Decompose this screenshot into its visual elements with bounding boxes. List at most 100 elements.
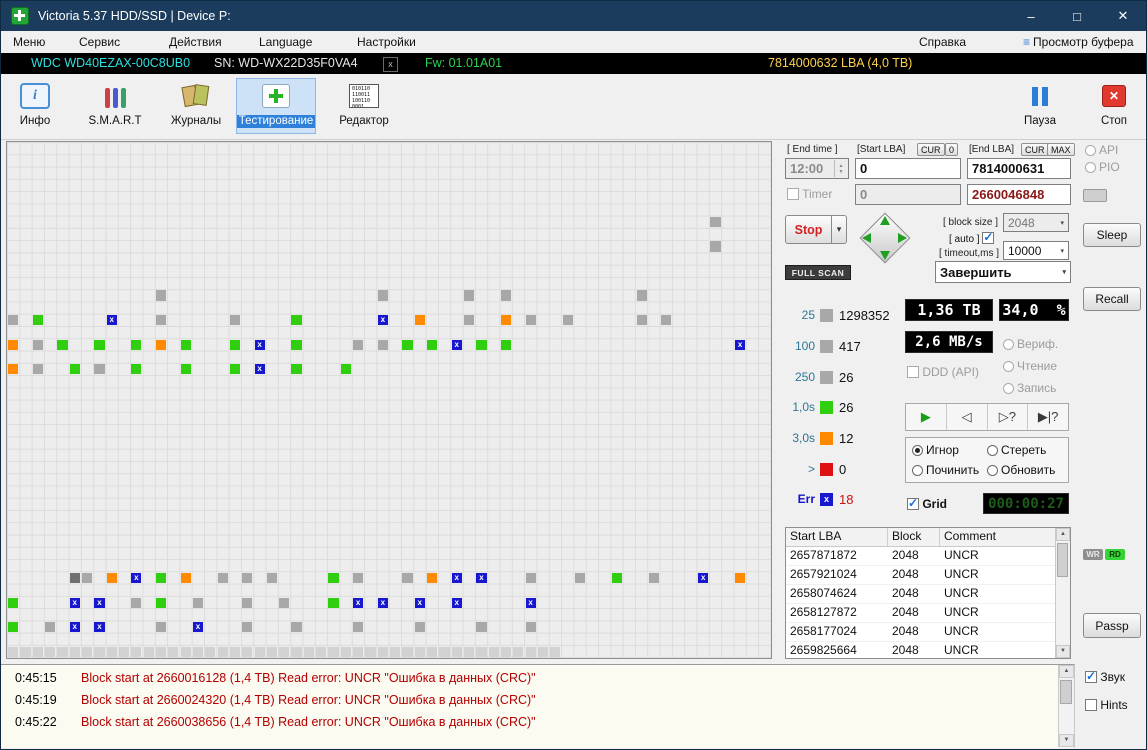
read-radio-circle[interactable]: [1003, 361, 1014, 372]
start-lba-input[interactable]: 0: [855, 158, 961, 179]
scan-block-g: [562, 315, 573, 326]
defect-table-scrollbar[interactable]: [1055, 528, 1070, 658]
ignore-radio-circle[interactable]: [912, 445, 923, 456]
seek-up-icon[interactable]: [880, 216, 890, 225]
device-close-button[interactable]: x: [383, 57, 398, 72]
info-button[interactable]: Инфо: [9, 79, 61, 133]
menu-item-menu[interactable]: Меню: [13, 35, 45, 49]
recall-button[interactable]: Recall: [1083, 287, 1141, 311]
erase-radio[interactable]: Стереть: [987, 443, 1062, 457]
write-radio-circle[interactable]: [1003, 383, 1014, 394]
stop-scan-button[interactable]: Stop: [785, 215, 832, 244]
full-scan-button[interactable]: FULL SCAN: [785, 265, 851, 280]
latency-row-100: 100 417: [781, 338, 903, 354]
refresh-radio[interactable]: Обновить: [987, 463, 1062, 477]
auto-checkbox[interactable]: [ auto ]: [949, 230, 995, 245]
seek-right-icon[interactable]: [898, 233, 907, 243]
hints-checkbox[interactable]: Hints: [1085, 698, 1128, 712]
scroll-up-icon[interactable]: [1056, 528, 1070, 541]
scan-block-g: [574, 573, 586, 584]
defect-row[interactable]: 2657871872 2048 UNCR: [786, 547, 1070, 566]
grid-checkbox[interactable]: Grid: [907, 496, 947, 511]
seek-down-icon[interactable]: [880, 251, 890, 260]
scan-block-s: [365, 646, 376, 657]
seek-back-button[interactable]: ◁: [947, 404, 988, 430]
erase-radio-circle[interactable]: [987, 445, 998, 456]
ddd-checkbox-box[interactable]: [907, 366, 919, 378]
play-button[interactable]: ▶: [906, 404, 947, 430]
ignore-radio[interactable]: Игнор: [912, 443, 987, 457]
scrollbar-thumb[interactable]: [1057, 543, 1068, 577]
sound-checkbox[interactable]: Звук: [1085, 669, 1125, 684]
menu-item-help[interactable]: Справка: [919, 35, 966, 49]
end-lba-cur-button[interactable]: CUR: [1021, 143, 1049, 156]
menu-item-language[interactable]: Language: [259, 35, 312, 49]
scroll-down-icon[interactable]: [1056, 645, 1070, 658]
sound-checkbox-box[interactable]: [1085, 669, 1097, 683]
seek-step-button[interactable]: ▷?: [988, 404, 1029, 430]
end-lba-max-button[interactable]: MAX: [1047, 143, 1075, 156]
sleep-button[interactable]: Sleep: [1083, 223, 1141, 247]
pause-button[interactable]: Пауза: [1011, 79, 1069, 133]
defect-row[interactable]: 2658074624 2048 UNCR: [786, 585, 1070, 604]
timer-input[interactable]: 0: [855, 184, 961, 205]
hints-checkbox-box[interactable]: [1085, 699, 1097, 711]
refresh-radio-circle[interactable]: [987, 465, 998, 476]
seek-pad[interactable]: [853, 209, 917, 267]
defect-row[interactable]: 2659825664 2048 UNCR: [786, 642, 1070, 661]
stop-dropdown-arrow[interactable]: [832, 215, 847, 244]
start-lba-cur-button[interactable]: CUR: [917, 143, 945, 156]
col-comment[interactable]: Comment: [940, 528, 1070, 546]
auto-checkbox-box[interactable]: [982, 230, 995, 244]
read-radio[interactable]: Чтение: [1003, 359, 1057, 373]
api-radio-circle[interactable]: [1085, 145, 1096, 156]
api-radio[interactable]: API: [1085, 143, 1118, 157]
menu-item-service[interactable]: Сервис: [79, 35, 120, 49]
scan-block-s: [353, 646, 364, 657]
menu-item-settings[interactable]: Настройки: [357, 35, 416, 49]
timer-checkbox[interactable]: Timer: [787, 187, 832, 201]
repair-radio[interactable]: Починить: [912, 463, 987, 477]
ddd-checkbox[interactable]: DDD (API): [907, 365, 979, 379]
defect-row[interactable]: 2658177024 2048 UNCR: [786, 623, 1070, 642]
spinner-arrows-icon[interactable]: [834, 160, 847, 177]
end-lba-input[interactable]: 7814000631: [967, 158, 1071, 179]
scroll-down-icon[interactable]: [1059, 734, 1074, 747]
device-model[interactable]: WDC WD40EZAX-00C8UB0: [31, 56, 190, 70]
minimize-button[interactable]: –: [1008, 1, 1054, 31]
scroll-up-icon[interactable]: [1059, 665, 1074, 678]
passport-button[interactable]: Passp: [1083, 613, 1141, 638]
verify-radio[interactable]: Вериф.: [1003, 337, 1058, 351]
end-time-input[interactable]: 12:00: [785, 158, 849, 179]
log-scrollbar[interactable]: [1058, 665, 1074, 747]
editor-button[interactable]: 010110 110011 100110 0001 Редактор: [333, 79, 395, 133]
maximize-button[interactable]: □: [1054, 1, 1100, 31]
pio-radio-circle[interactable]: [1085, 162, 1096, 173]
defect-row[interactable]: 2658127872 2048 UNCR: [786, 604, 1070, 623]
smart-button[interactable]: S.M.A.R.T: [83, 79, 147, 133]
finish-action-select[interactable]: Завершить ▾: [935, 261, 1071, 283]
test-button[interactable]: Тестирование: [235, 78, 317, 134]
timer-checkbox-box[interactable]: [787, 188, 799, 200]
close-button[interactable]: ✕: [1100, 1, 1146, 31]
grid-checkbox-box[interactable]: [907, 496, 919, 510]
verify-radio-circle[interactable]: [1003, 339, 1014, 350]
scrollbar-thumb[interactable]: [1060, 680, 1072, 704]
repair-radio-circle[interactable]: [912, 465, 923, 476]
col-block[interactable]: Block: [888, 528, 940, 546]
pio-radio[interactable]: PIO: [1085, 160, 1120, 174]
start-lba-zero-button[interactable]: 0: [945, 143, 959, 156]
block-size-select[interactable]: 2048 ▾: [1003, 213, 1069, 232]
logs-button[interactable]: Журналы: [165, 79, 227, 133]
write-radio[interactable]: Запись: [1003, 381, 1056, 395]
defect-row[interactable]: 2657921024 2048 UNCR: [786, 566, 1070, 585]
scan-block-g: [661, 315, 672, 326]
menu-item-actions[interactable]: Действия: [169, 35, 222, 49]
col-start-lba[interactable]: Start LBA: [786, 528, 888, 546]
scan-block-s: [500, 646, 512, 657]
buffer-view-button[interactable]: Просмотр буфера: [1023, 35, 1134, 49]
seek-left-icon[interactable]: [862, 233, 871, 243]
stop-button[interactable]: Стоп: [1087, 79, 1141, 133]
timeout-select[interactable]: 10000 ▾: [1003, 241, 1069, 260]
seek-end-button[interactable]: ▶|?: [1028, 404, 1068, 430]
